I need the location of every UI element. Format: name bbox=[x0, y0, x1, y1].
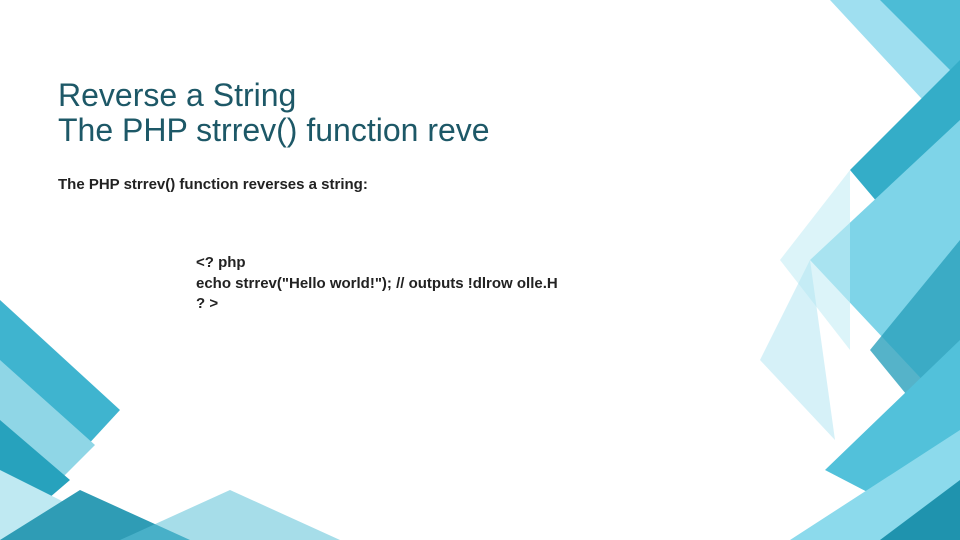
code-line: ? > bbox=[196, 295, 218, 312]
code-line: echo strrev("Hello world!"); // outputs … bbox=[196, 275, 558, 292]
slide-subtitle: The PHP strrev() function reverses a str… bbox=[58, 176, 790, 193]
code-line: <? php bbox=[196, 254, 246, 271]
content-area: Reverse a String The PHP strrev() functi… bbox=[58, 78, 790, 314]
title-line-1: Reverse a String bbox=[58, 77, 296, 113]
slide-title: Reverse a String The PHP strrev() functi… bbox=[58, 78, 790, 148]
slide: Reverse a String The PHP strrev() functi… bbox=[0, 0, 960, 540]
code-block: <? php echo strrev("Hello world!"); // o… bbox=[196, 253, 790, 314]
title-line-2: The PHP strrev() function reve bbox=[58, 112, 490, 148]
